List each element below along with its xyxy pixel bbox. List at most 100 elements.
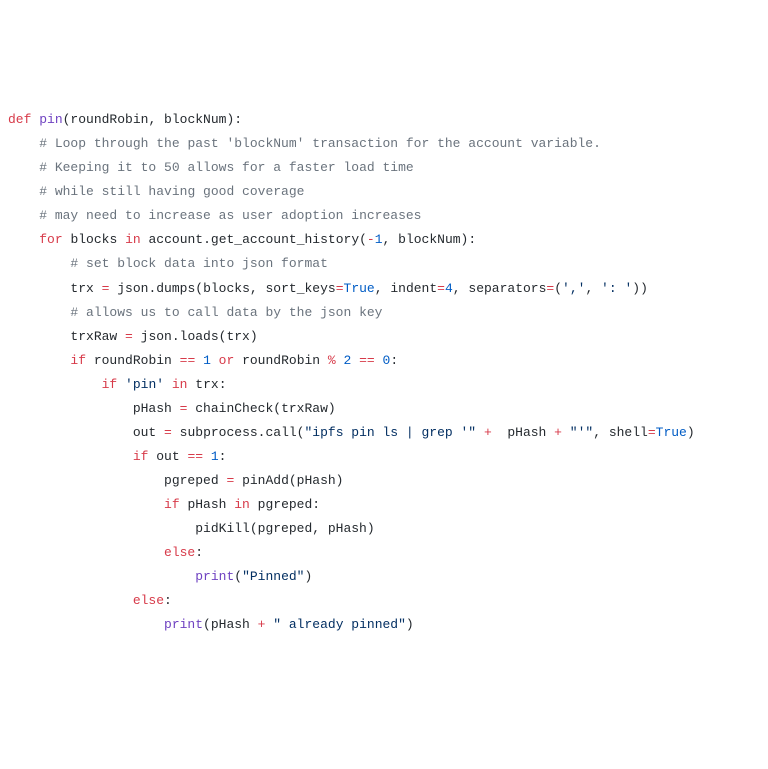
colon: : xyxy=(195,545,203,560)
paren: ( xyxy=(554,281,562,296)
lhs: trx xyxy=(70,281,101,296)
comment: # Keeping it to 50 allows for a faster l… xyxy=(39,160,413,175)
kwarg: indent xyxy=(390,281,437,296)
expr: roundRobin xyxy=(234,353,328,368)
sp xyxy=(164,377,172,392)
string: "'" xyxy=(570,425,593,440)
call: pidKill(pgreped, pHash) xyxy=(195,521,374,536)
op-eq: = xyxy=(164,425,172,440)
expr: roundRobin xyxy=(86,353,180,368)
keyword-if: if xyxy=(70,353,86,368)
string: "Pinned" xyxy=(242,569,304,584)
op-eq: = xyxy=(125,329,133,344)
mid: subprocess.call( xyxy=(172,425,305,440)
line-16: pgreped = pinAdd(pHash) xyxy=(8,473,343,488)
kwarg: separators xyxy=(468,281,546,296)
rhs: chainCheck(trxRaw) xyxy=(187,401,335,416)
keyword-in: in xyxy=(125,232,141,247)
paren: (pHash xyxy=(203,617,258,632)
rhs: json.loads(trx) xyxy=(133,329,258,344)
sp xyxy=(117,377,125,392)
string: "ipfs pin ls | grep '" xyxy=(304,425,476,440)
lhs: pgreped xyxy=(164,473,226,488)
colon: : xyxy=(219,449,227,464)
sp xyxy=(476,425,484,440)
comment: # Loop through the past 'blockNum' trans… xyxy=(39,136,601,151)
var: pHash xyxy=(492,425,554,440)
line-21: else: xyxy=(8,593,172,608)
comment: # may need to increase as user adoption … xyxy=(39,208,421,223)
keyword-if: if xyxy=(164,497,180,512)
line-1: def pin(roundRobin, blockNum): xyxy=(8,112,242,127)
op-plus: + xyxy=(484,425,492,440)
keyword-in: in xyxy=(234,497,250,512)
op-eq: = xyxy=(336,281,344,296)
rhs: pinAdd(pHash) xyxy=(234,473,343,488)
const-true: True xyxy=(656,425,687,440)
line-4: # while still having good coverage xyxy=(8,184,304,199)
sp xyxy=(562,425,570,440)
string: ': ' xyxy=(601,281,632,296)
line-15: if out == 1: xyxy=(8,449,226,464)
lhs: trxRaw xyxy=(70,329,125,344)
op-eqeq: == xyxy=(187,449,203,464)
op-neg: - xyxy=(367,232,375,247)
string: " already pinned" xyxy=(273,617,406,632)
keyword-in: in xyxy=(172,377,188,392)
op-eqeq: == xyxy=(359,353,375,368)
op-eq: = xyxy=(648,425,656,440)
line-12: if 'pin' in trx: xyxy=(8,377,227,392)
string: ',' xyxy=(562,281,585,296)
func-print: print xyxy=(164,617,203,632)
params: (roundRobin, blockNum): xyxy=(63,112,242,127)
line-10: trxRaw = json.loads(trx) xyxy=(8,329,258,344)
colon: : xyxy=(164,593,172,608)
op-eq: = xyxy=(437,281,445,296)
call: account.get_account_history( xyxy=(148,232,366,247)
op-plus: + xyxy=(554,425,562,440)
keyword-else: else xyxy=(133,593,164,608)
string: 'pin' xyxy=(125,377,164,392)
comment: # allows us to call data by the json key xyxy=(70,305,382,320)
line-5: # may need to increase as user adoption … xyxy=(8,208,421,223)
lhs: out xyxy=(133,425,164,440)
line-9: # allows us to call data by the json key xyxy=(8,305,382,320)
keyword-for: for xyxy=(39,232,62,247)
line-2: # Loop through the past 'blockNum' trans… xyxy=(8,136,601,151)
num: 4 xyxy=(445,281,453,296)
line-7: # set block data into json format xyxy=(8,256,328,271)
rest: , blockNum): xyxy=(383,232,477,247)
code-block: def pin(roundRobin, blockNum): # Loop th… xyxy=(8,108,760,637)
sp xyxy=(265,617,273,632)
keyword-or: or xyxy=(219,353,235,368)
op-mod: % xyxy=(328,353,336,368)
line-18: pidKill(pgreped, pHash) xyxy=(8,521,375,536)
keyword-if: if xyxy=(102,377,118,392)
var: blocks xyxy=(70,232,117,247)
line-19: else: xyxy=(8,545,203,560)
comment: # set block data into json format xyxy=(70,256,327,271)
num: 1 xyxy=(195,353,218,368)
lhs: pHash xyxy=(133,401,180,416)
sep: , xyxy=(453,281,469,296)
line-6: for blocks in account.get_account_histor… xyxy=(8,232,476,247)
op-plus: + xyxy=(258,617,266,632)
paren: ) xyxy=(406,617,414,632)
expr: pHash xyxy=(180,497,235,512)
line-14: out = subprocess.call("ipfs pin ls | gre… xyxy=(8,425,695,440)
op-eqeq: == xyxy=(180,353,196,368)
line-20: print("Pinned") xyxy=(8,569,312,584)
paren: )) xyxy=(632,281,648,296)
line-17: if pHash in pgreped: xyxy=(8,497,320,512)
rhs: pgreped: xyxy=(250,497,320,512)
keyword-if: if xyxy=(133,449,149,464)
keyword-def: def xyxy=(8,112,31,127)
num: 1 xyxy=(375,232,383,247)
kwarg: sort_keys xyxy=(265,281,335,296)
colon: : xyxy=(390,353,398,368)
line-8: trx = json.dumps(blocks, sort_keys=True,… xyxy=(8,281,648,296)
kwarg: shell xyxy=(609,425,648,440)
keyword-else: else xyxy=(164,545,195,560)
paren: ( xyxy=(234,569,242,584)
sep: , xyxy=(375,281,391,296)
